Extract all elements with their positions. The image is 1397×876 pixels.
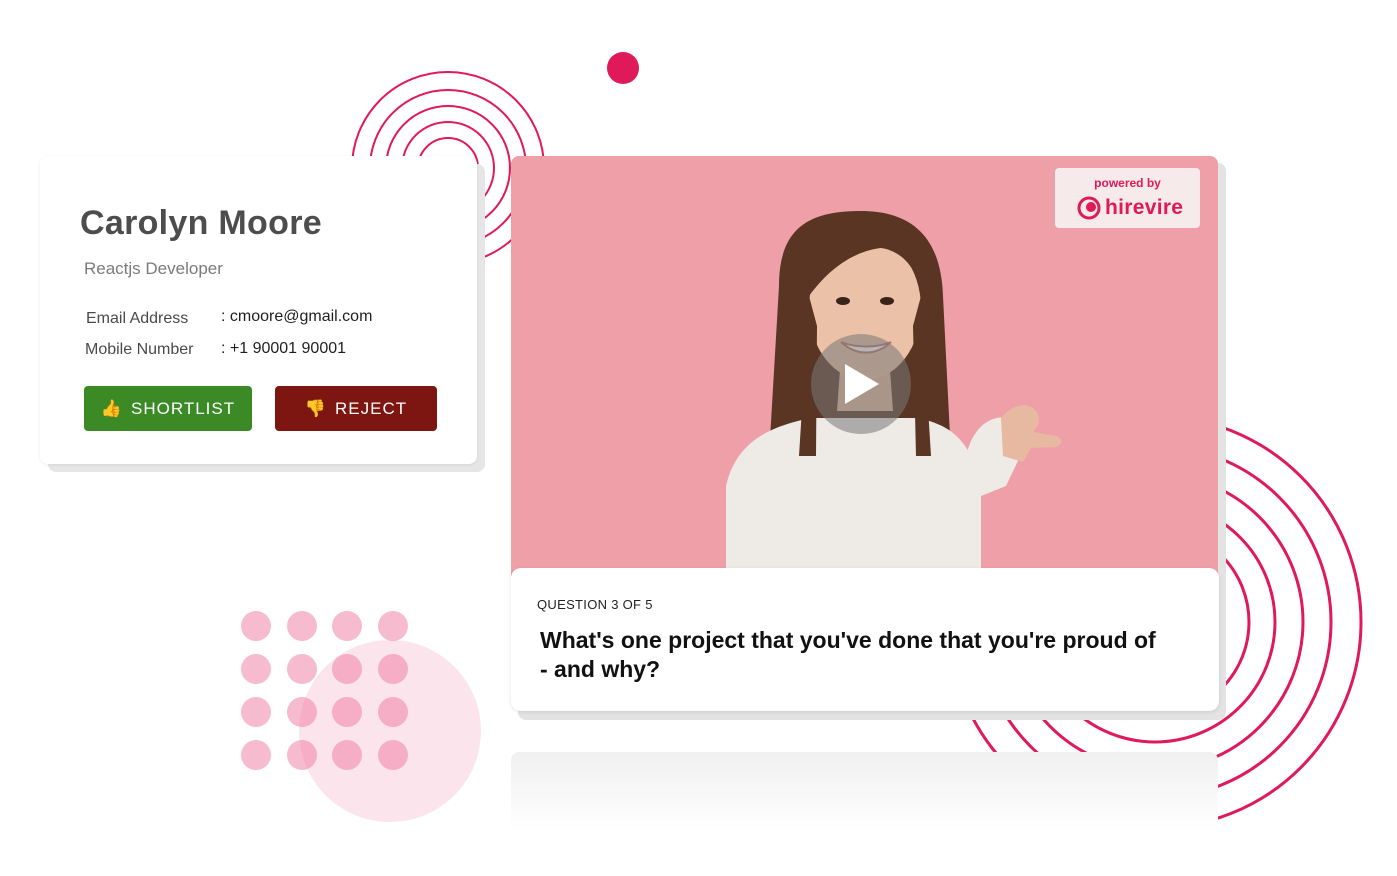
next-question-card	[511, 752, 1218, 832]
question-card: QUESTION 3 OF 5 What's one project that …	[511, 568, 1219, 711]
decorative-dot	[241, 654, 271, 684]
decorative-dot	[332, 740, 362, 770]
candidate-role: Reactjs Developer	[84, 259, 223, 278]
decorative-dot	[332, 697, 362, 727]
candidate-name: Carolyn Moore	[80, 204, 322, 242]
brand-name: hirevire	[1105, 196, 1184, 219]
decorative-dot	[286, 654, 317, 684]
powered-by-badge: powered by hirevire	[1055, 168, 1200, 228]
decorative-dot	[377, 697, 408, 727]
shortlist-button[interactable]: 👍 SHORTLIST	[84, 386, 252, 431]
question-text: What's one project that you've done that…	[540, 627, 1156, 682]
play-button[interactable]	[811, 334, 911, 434]
candidate-card: Carolyn Moore Reactjs Developer Email Ad…	[40, 156, 477, 464]
decorative-dot	[377, 654, 408, 684]
mobile-value: : +1 90001 90001	[221, 340, 347, 357]
hirevire-logo-icon	[1077, 196, 1101, 220]
decorative-dot	[241, 697, 271, 727]
decorative-dot	[241, 740, 271, 770]
decorative-dot-grid	[241, 611, 411, 771]
decorative-dot	[607, 52, 639, 84]
thumbs-down-icon: 👎	[304, 398, 328, 418]
shortlist-label: SHORTLIST	[131, 398, 236, 418]
decorative-dot	[377, 611, 408, 641]
decorative-dot	[377, 740, 408, 770]
thumbs-up-icon: 👍	[100, 398, 124, 418]
powered-by-text: powered by	[1094, 176, 1161, 190]
decorative-dot	[286, 611, 317, 641]
reject-button[interactable]: 👎 REJECT	[275, 386, 437, 431]
decorative-dot	[241, 611, 271, 641]
decorative-dot	[286, 740, 317, 770]
video-player[interactable]: powered by hirevire	[511, 156, 1218, 576]
decorative-dot	[286, 697, 317, 727]
decorative-dot	[332, 611, 362, 641]
decorative-dot	[332, 654, 362, 684]
email-label: Email Address	[86, 310, 189, 327]
mobile-label: Mobile Number	[85, 341, 194, 358]
brand-logo: hirevire	[1077, 196, 1183, 220]
question-counter: QUESTION 3 OF 5	[537, 597, 653, 612]
play-icon	[845, 364, 879, 404]
email-value: : cmoore@gmail.com	[221, 308, 373, 325]
reject-label: REJECT	[335, 398, 408, 418]
